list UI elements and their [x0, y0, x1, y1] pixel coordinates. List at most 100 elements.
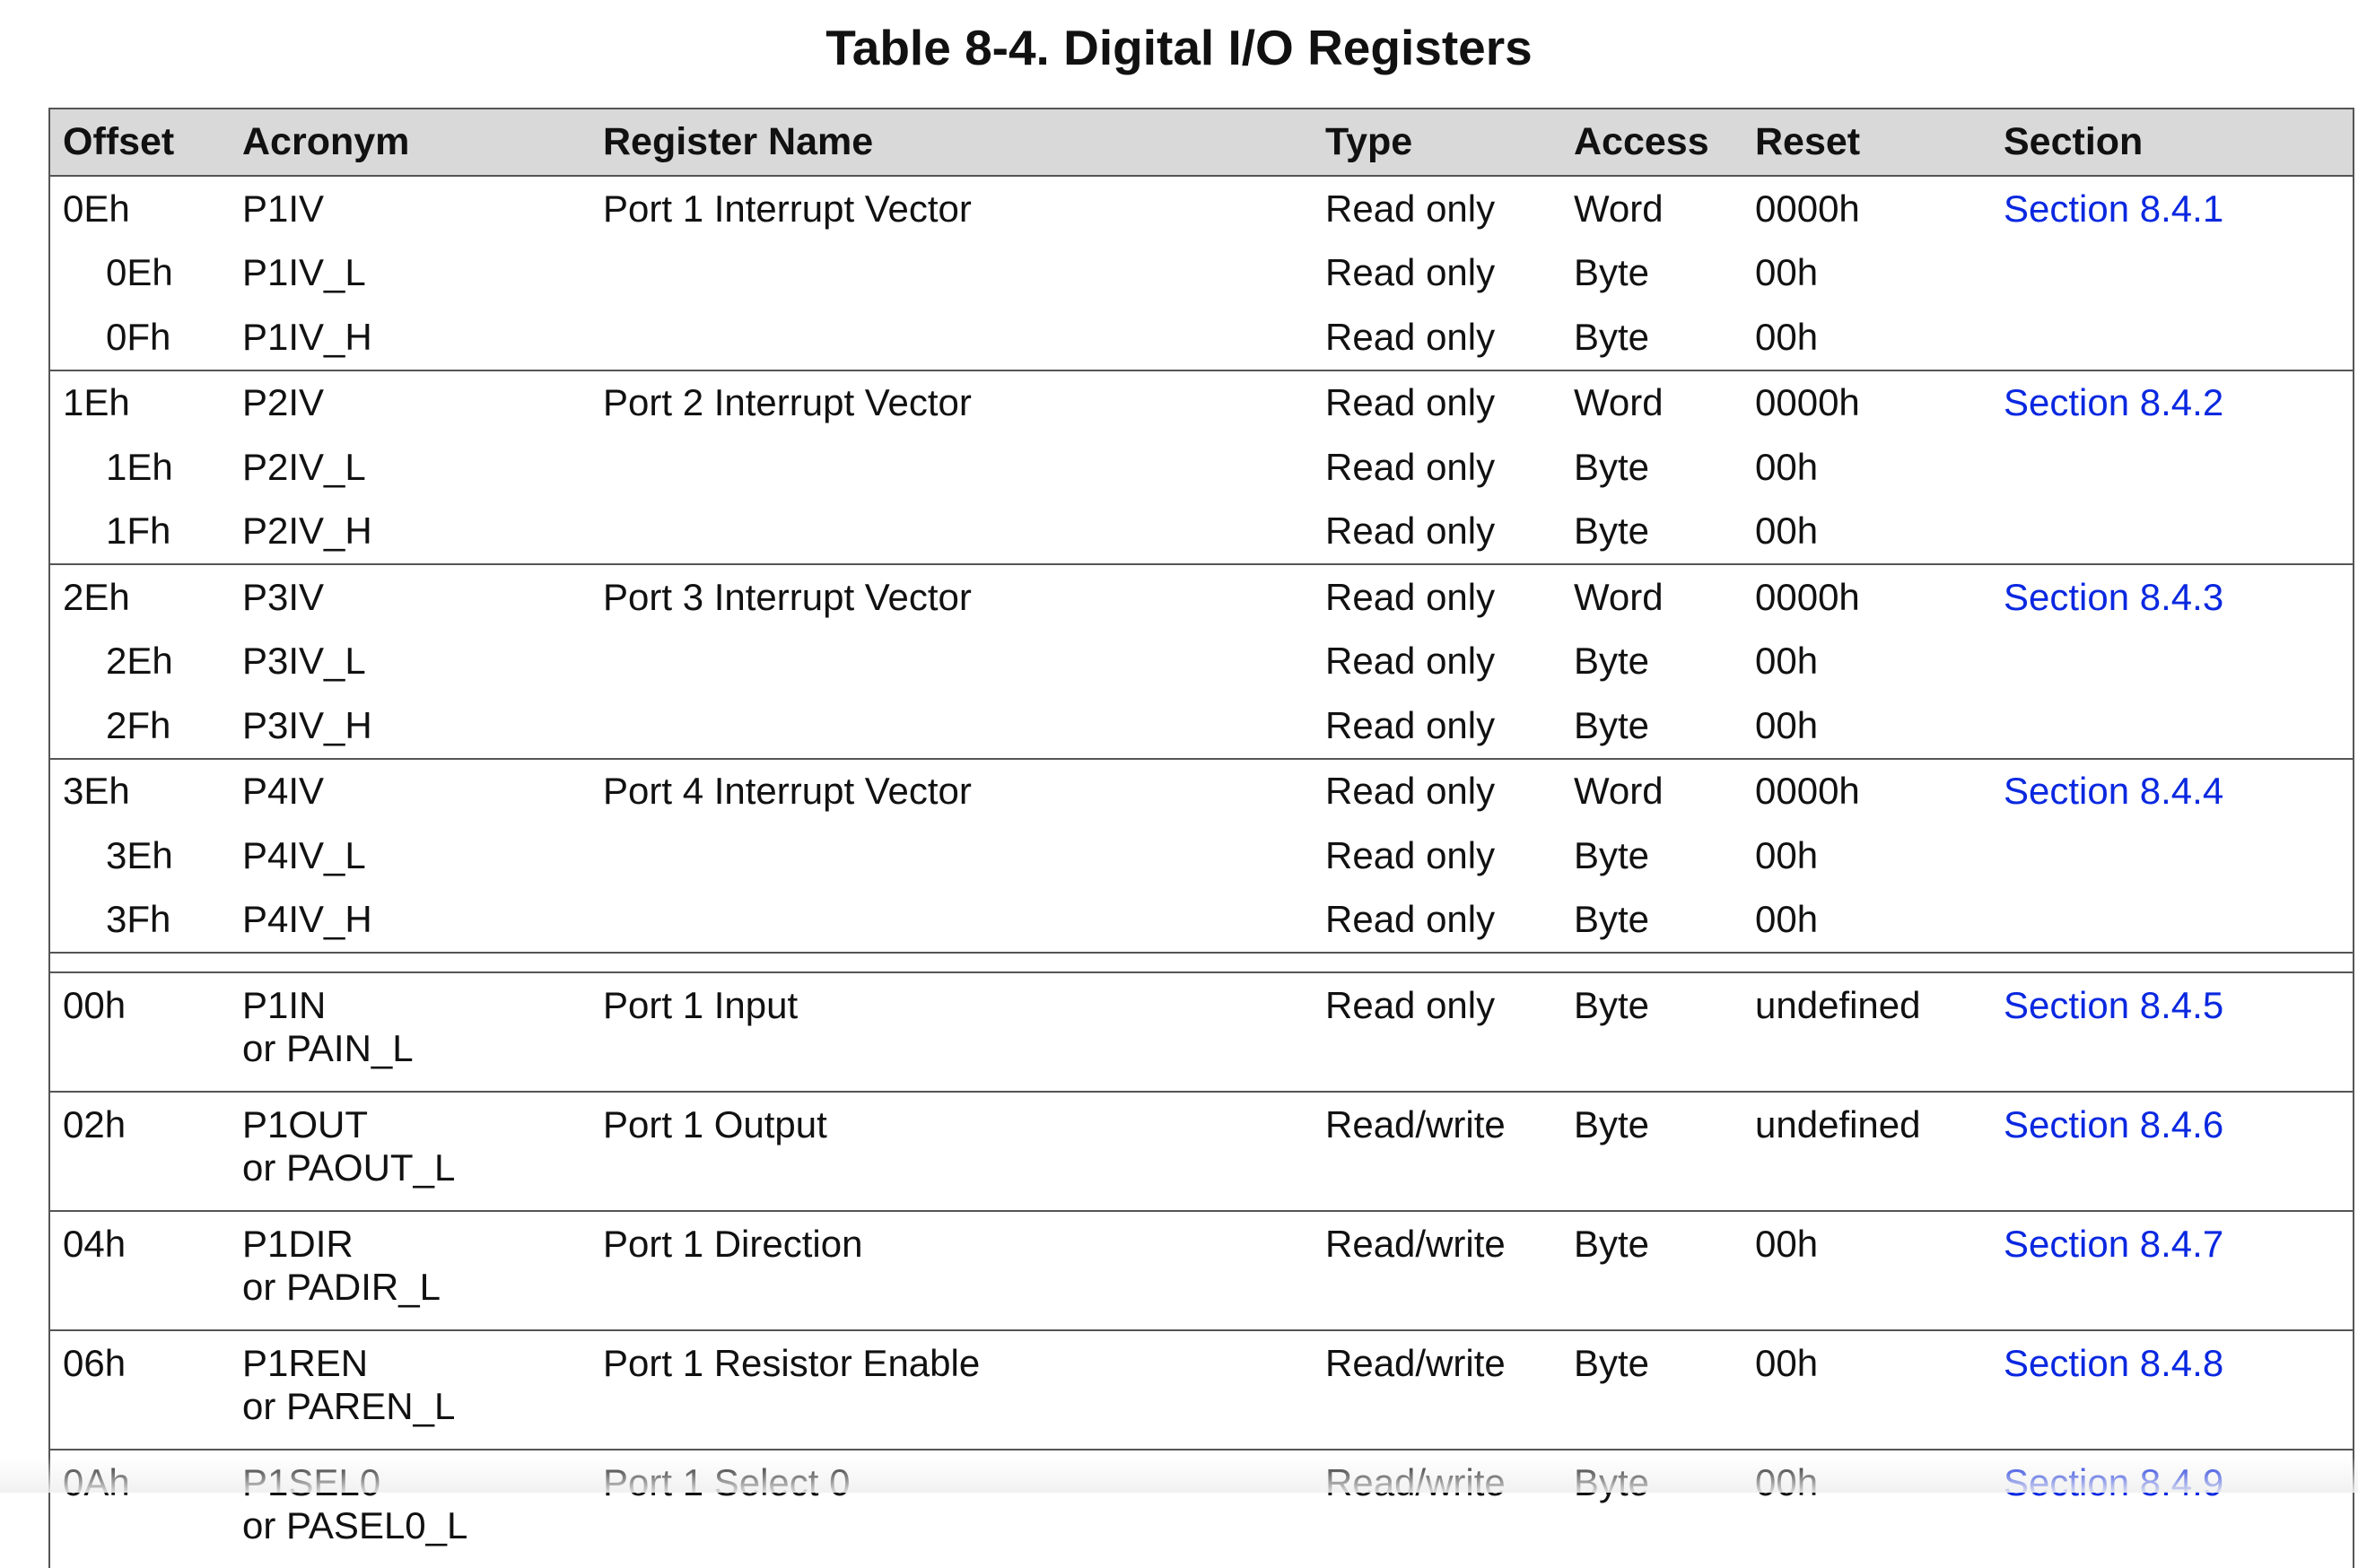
cell-access: Word: [1561, 369, 1742, 435]
cell-acronym: P2IV_H: [242, 510, 372, 553]
table-title: Table 8-4. Digital I/O Registers: [825, 20, 1533, 75]
cell-access: Byte: [1574, 445, 1650, 488]
cell-type: Read only: [1313, 175, 1561, 241]
cell-reset: 00h: [1755, 251, 1819, 294]
col-header-section: Section: [1991, 108, 2354, 177]
cell-type: Read only: [1325, 315, 1496, 358]
table-body: 0Eh P1IV Port 1 Interrupt Vector Read only W…: [48, 175, 2354, 1568]
section-link[interactable]: Section 8.4.3: [2004, 576, 2223, 618]
cell-offset: 06h: [48, 1329, 230, 1450]
cell-offset: 1Fh: [48, 499, 230, 564]
cell-register-name: Port 1 Output: [590, 1091, 1313, 1211]
acronym-alternate: or PADIR_L: [242, 1266, 441, 1308]
cell-reset: 0000h: [1742, 563, 1991, 630]
table-row: 06h P1REN or PAREN_L Port 1 Resistor Enable…: [48, 1329, 2354, 1450]
table-row: 0Fh P1IV_H Read only Byte 00h: [48, 305, 2354, 370]
cell-offset: 0Eh: [48, 240, 230, 305]
cell-register-name: [590, 500, 1313, 565]
cell-access: Byte: [1574, 510, 1650, 553]
cell-section: [1991, 240, 2354, 305]
cell-reset: 00h: [1755, 640, 1819, 683]
cell-offset: 2Eh: [48, 563, 230, 630]
cell-reset: 0000h: [1742, 175, 1991, 241]
table-header: Offset Acronym Register Name Type Access…: [48, 108, 2354, 177]
cell-type: Read only: [1325, 703, 1496, 746]
cell-offset: 2Fh: [48, 693, 230, 759]
section-link[interactable]: Section 8.4.4: [2004, 770, 2223, 812]
cell-register-name: [590, 241, 1313, 306]
acronym-alternate: or PAIN_L: [242, 1027, 414, 1069]
cell-offset: 0Fh: [48, 305, 230, 370]
cell-access: Byte: [1561, 1091, 1742, 1211]
cell-acronym: P3IV: [230, 563, 590, 630]
cell-access: Byte: [1574, 898, 1650, 941]
cell-access: Byte: [1574, 251, 1650, 294]
cell-reset: 0000h: [1742, 757, 1991, 823]
cell-register-name: Port 1 Input: [590, 971, 1313, 1092]
cell-type: Read only: [1325, 898, 1496, 941]
cell-offset: 3Eh: [48, 823, 230, 888]
table-row: 04h P1DIR or PADIR_L Port 1 Direction Read/w…: [48, 1210, 2354, 1330]
section-link[interactable]: Section 8.4.8: [2004, 1342, 2223, 1384]
cell-access: Byte: [1561, 971, 1742, 1092]
acronym-primary: P1DIR: [242, 1223, 354, 1265]
table-row: 1Eh P2IV_L Read only Byte 00h: [48, 435, 2354, 500]
spacer-cell: [230, 952, 590, 972]
cell-section: [1991, 823, 2354, 888]
cell-type: Read/write: [1313, 1329, 1561, 1450]
table-row: 02h P1OUT or PAOUT_L Port 1 Output Read/writ…: [48, 1091, 2354, 1211]
section-link[interactable]: Section 8.4.5: [2004, 984, 2223, 1026]
spacer-cell: [590, 952, 1313, 972]
cell-section: Section 8.4.8: [1991, 1329, 2354, 1450]
section-link[interactable]: Section 8.4.7: [2004, 1223, 2223, 1265]
cell-offset: 0Eh: [48, 175, 230, 241]
cell-access: Byte: [1574, 833, 1650, 876]
cell-register-name: Port 1 Interrupt Vector: [590, 175, 1313, 241]
cell-acronym: P4IV_L: [242, 833, 366, 876]
cell-section: [1991, 693, 2354, 759]
cell-acronym: P1IN or PAIN_L: [230, 971, 590, 1092]
section-link[interactable]: Section 8.4.6: [2004, 1103, 2223, 1146]
cell-register-name: Port 1 Direction: [590, 1210, 1313, 1330]
cell-register-name: Port 4 Interrupt Vector: [590, 757, 1313, 823]
cell-register-name: Port 1 Resistor Enable: [590, 1329, 1313, 1450]
acronym-alternate: or PASEL0_L: [242, 1504, 468, 1546]
col-header-type: Type: [1313, 108, 1561, 177]
cell-reset: 00h: [1742, 1210, 1991, 1330]
section-link[interactable]: Section 8.4.2: [2004, 381, 2223, 423]
section-link[interactable]: Section 8.4.1: [2004, 187, 2223, 230]
cell-register-name: [590, 693, 1313, 759]
cell-acronym: P4IV: [230, 757, 590, 823]
spacer-cell: [1742, 952, 1991, 972]
col-header-access: Access: [1561, 108, 1742, 177]
cell-reset: undefined: [1742, 971, 1991, 1092]
cell-acronym: P1IV: [230, 175, 590, 241]
table-spacer-row: [48, 952, 2354, 972]
cell-register-name: Port 2 Interrupt Vector: [590, 369, 1313, 435]
cell-access: Byte: [1574, 640, 1650, 683]
cell-type: Read only: [1325, 251, 1496, 294]
col-header-offset: Offset: [48, 108, 230, 177]
cell-acronym: P1DIR or PADIR_L: [230, 1210, 590, 1330]
cell-reset: 00h: [1755, 898, 1819, 941]
cell-offset: 1Eh: [48, 369, 230, 435]
registers-table: Offset Acronym Register Name Type Access…: [48, 108, 2354, 1568]
cell-access: Byte: [1561, 1210, 1742, 1330]
cell-offset: 3Fh: [48, 887, 230, 953]
cell-acronym: P2IV_L: [242, 445, 366, 488]
acronym-alternate: or PAOUT_L: [242, 1146, 456, 1189]
cell-section: Section 8.4.1: [1991, 175, 2354, 241]
col-header-register-name: Register Name: [590, 108, 1313, 177]
cell-register-name: [590, 435, 1313, 500]
cell-type: Read only: [1325, 445, 1496, 488]
cell-section: Section 8.4.6: [1991, 1091, 2354, 1211]
cell-section: [1991, 305, 2354, 370]
table-row: 2Eh P3IV_L Read only Byte 00h: [48, 629, 2354, 694]
table-row: 3Eh P4IV_L Read only Byte 00h: [48, 823, 2354, 888]
cell-offset: 04h: [48, 1210, 230, 1330]
cell-reset: 00h: [1755, 445, 1819, 488]
cell-register-name: [590, 630, 1313, 694]
cell-type: Read only: [1313, 757, 1561, 823]
page-bottom-fade: [0, 1457, 2358, 1493]
col-header-acronym: Acronym: [230, 108, 590, 177]
